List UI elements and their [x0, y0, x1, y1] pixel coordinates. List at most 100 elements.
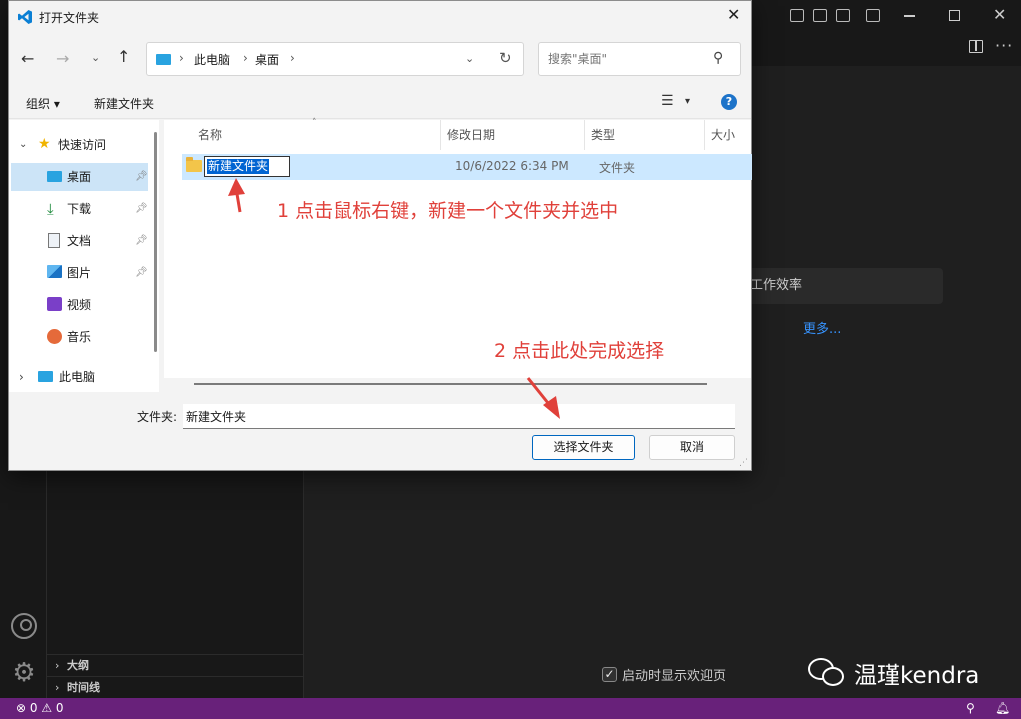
forward-arrow-icon[interactable]: →	[56, 49, 69, 68]
annotation-step-1: 1 点击鼠标右键，新建一个文件夹并选中	[277, 200, 619, 222]
nav-item-downloads[interactable]: ⤓ 下载 📌︎	[11, 196, 148, 222]
more-actions-icon[interactable]: ···	[995, 36, 1013, 55]
this-pc-icon	[156, 54, 171, 65]
walkthrough-productivity[interactable]: 工作效率	[742, 268, 943, 304]
computer-icon	[38, 371, 53, 382]
breadcrumb-separator-icon: ›	[179, 51, 184, 65]
search-input[interactable]	[548, 52, 708, 66]
account-icon[interactable]	[11, 613, 37, 639]
folder-field-label: 文件夹:	[137, 410, 178, 424]
chevron-right-icon[interactable]: ›	[19, 364, 24, 390]
download-icon: ⤓	[47, 200, 54, 218]
toggle-panel-icon[interactable]	[813, 9, 827, 22]
nav-item-label: 文档	[67, 234, 92, 248]
welcome-checkbox[interactable]: ✓	[602, 667, 617, 682]
pin-icon: 📌︎	[135, 203, 148, 214]
watermark-text: 温瑾kendra	[854, 663, 980, 689]
welcome-checkbox-label: 启动时显示欢迎页	[622, 669, 727, 684]
select-folder-button[interactable]: 选择文件夹	[532, 435, 635, 460]
window-maximize-icon[interactable]	[949, 10, 960, 21]
window-minimize-icon[interactable]	[904, 15, 915, 17]
refresh-icon[interactable]: ↻	[499, 49, 512, 67]
column-header-type[interactable]: 类型	[591, 126, 615, 143]
breadcrumb-separator-icon: ›	[290, 51, 295, 65]
nav-quick-access[interactable]: ⌄ ★ 快速访问	[11, 132, 147, 158]
outline-label: 大纲	[67, 659, 89, 672]
toggle-secondary-sidebar-icon[interactable]	[836, 9, 850, 22]
breadcrumb-this-pc[interactable]: 此电脑	[194, 51, 230, 68]
outline-section[interactable]: › 大纲	[47, 654, 304, 676]
document-icon	[48, 233, 60, 248]
column-divider[interactable]	[704, 120, 705, 150]
nav-item-label: 下载	[67, 202, 92, 216]
cancel-button[interactable]: 取消	[649, 435, 735, 460]
remote-icon[interactable]: ⚲	[966, 698, 975, 719]
music-icon	[47, 329, 62, 344]
breadcrumb-separator-icon: ›	[243, 51, 248, 65]
up-arrow-icon[interactable]: ↑	[117, 47, 130, 66]
nav-item-pictures[interactable]: 图片 📌︎	[11, 260, 148, 286]
help-icon[interactable]: ?	[721, 94, 737, 110]
nav-this-pc[interactable]: › 此电脑	[11, 364, 147, 390]
annotation-step-2: 2 点击此处完成选择	[494, 340, 665, 362]
status-problems[interactable]: ⊗ 0 ⚠ 0	[16, 698, 64, 719]
column-header-name[interactable]: 名称	[198, 126, 222, 143]
new-folder-button[interactable]: 新建文件夹	[94, 95, 154, 112]
split-editor-icon[interactable]	[969, 40, 983, 53]
dialog-toolbar: 组织 ▾ 新建文件夹 ☰ ▾ ?	[9, 87, 751, 119]
address-bar[interactable]: › 此电脑 › 桌面 › ⌄ ↻	[146, 42, 524, 76]
status-bar: ⊗ 0 ⚠ 0 ⚲ 🔔︎	[0, 698, 1021, 719]
wechat-icon	[808, 658, 846, 688]
search-icon[interactable]: ⚲	[713, 50, 723, 66]
customize-layout-icon[interactable]	[866, 9, 880, 22]
nav-item-documents[interactable]: 文档 📌︎	[11, 228, 148, 254]
dialog-titlebar: 打开文件夹 ✕	[9, 1, 751, 33]
folder-name-input[interactable]	[183, 404, 735, 429]
pin-icon: 📌︎	[135, 267, 148, 278]
walkthrough-more-link[interactable]: 更多...	[803, 318, 841, 337]
view-caret-icon[interactable]: ▾	[685, 96, 690, 107]
pin-icon: 📌︎	[135, 171, 148, 182]
folder-icon	[186, 157, 202, 172]
nav-item-label: 图片	[67, 266, 92, 280]
window-close-icon[interactable]: ✕	[993, 6, 1006, 24]
gear-icon[interactable]: ⚙	[11, 660, 37, 686]
timeline-section[interactable]: › 时间线	[47, 676, 304, 698]
nav-item-videos[interactable]: 视频	[11, 292, 147, 318]
recent-locations-chevron-icon[interactable]: ⌄	[91, 51, 100, 64]
column-divider[interactable]	[584, 120, 585, 150]
toggle-primary-sidebar-icon[interactable]	[790, 9, 804, 22]
nav-item-desktop[interactable]: 桌面 📌︎	[11, 164, 148, 190]
nav-item-music[interactable]: 音乐	[11, 324, 147, 350]
chevron-down-icon[interactable]: ⌄	[19, 132, 27, 158]
nav-quick-access-label: 快速访问	[58, 138, 107, 152]
desktop-icon	[47, 171, 62, 182]
chevron-right-icon: ›	[55, 681, 60, 694]
search-box[interactable]: ⚲	[538, 42, 741, 76]
horizontal-scrollbar[interactable]	[164, 378, 751, 392]
column-header-size[interactable]: 大小	[711, 126, 735, 143]
sort-ascending-icon: ˄	[312, 118, 317, 128]
video-icon	[47, 297, 62, 311]
address-dropdown-icon[interactable]: ⌄	[465, 52, 474, 65]
pin-icon: 📌︎	[135, 235, 148, 246]
nav-scrollbar[interactable]	[154, 132, 157, 352]
rename-input[interactable]: 新建文件夹	[204, 156, 290, 177]
nav-item-label: 桌面	[67, 170, 92, 184]
dialog-close-icon[interactable]: ✕	[727, 5, 740, 24]
nav-item-label: 视频	[67, 298, 92, 312]
back-arrow-icon[interactable]: ←	[21, 49, 34, 68]
show-welcome-on-startup[interactable]: ✓ 启动时显示欢迎页	[602, 665, 726, 684]
nav-this-pc-label: 此电脑	[59, 370, 96, 384]
breadcrumb-desktop[interactable]: 桌面	[255, 51, 279, 68]
view-options-icon[interactable]: ☰	[661, 93, 674, 109]
column-divider[interactable]	[440, 120, 441, 150]
column-header-date[interactable]: 修改日期	[447, 126, 495, 143]
star-icon: ★	[38, 136, 51, 152]
resize-grip-icon[interactable]: ⋰	[739, 458, 748, 468]
timeline-label: 时间线	[67, 681, 100, 694]
file-row[interactable]: 新建文件夹 10/6/2022 6:34 PM 文件夹	[182, 154, 752, 180]
horizontal-scrollbar-thumb[interactable]	[194, 383, 707, 385]
organize-button[interactable]: 组织 ▾	[26, 95, 60, 112]
bell-icon[interactable]: 🔔︎	[995, 698, 1010, 719]
